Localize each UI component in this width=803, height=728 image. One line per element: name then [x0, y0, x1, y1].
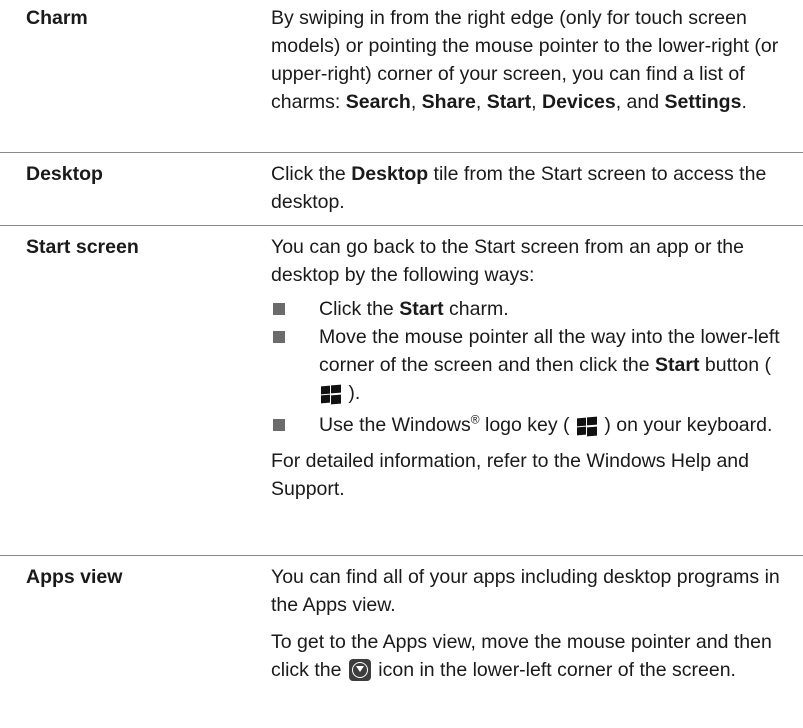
- text: Click the: [271, 163, 352, 185]
- text: Click the: [319, 298, 400, 320]
- bullet-square-icon: [273, 303, 285, 315]
- list-item: Move the mouse pointer all the way into …: [271, 323, 791, 407]
- list-item: Click the Start charm.: [271, 295, 791, 323]
- start-bold: Start: [655, 354, 700, 376]
- term-charm: Charm: [26, 7, 88, 29]
- text: icon in the lower-left corner of the scr…: [372, 659, 736, 681]
- text: ,: [531, 91, 542, 113]
- apps-p2: To get to the Apps view, move the mouse …: [271, 628, 791, 684]
- bullet-square-icon: [273, 419, 285, 431]
- bullet-square-icon: [273, 331, 285, 343]
- charm-devices: Devices: [541, 91, 616, 113]
- charm-paragraph: By swiping in from the right edge (only …: [271, 4, 791, 116]
- desc-desktop: Click the Desktop tile from the Start sc…: [271, 160, 791, 216]
- windows-logo-icon: [321, 384, 341, 405]
- charm-share: Share: [421, 91, 476, 113]
- term-apps-view: Apps view: [26, 566, 123, 588]
- text: button (: [699, 354, 772, 376]
- desktop-bold: Desktop: [351, 163, 429, 185]
- start-bullet-list: Click the Start charm. Move the mouse po…: [271, 295, 791, 439]
- term-start-screen: Start screen: [26, 236, 139, 258]
- charm-settings: Settings: [664, 91, 742, 113]
- text: charm.: [443, 298, 509, 320]
- definition-table: Charm By swiping in from the right edge …: [0, 0, 803, 728]
- desc-apps-view: You can find all of your apps including …: [271, 563, 791, 684]
- text: ,: [475, 91, 487, 113]
- term-desktop: Desktop: [26, 163, 103, 185]
- desc-charm: By swiping in from the right edge (only …: [271, 4, 791, 116]
- text: Use the Windows: [319, 414, 471, 436]
- registered-mark: ®: [470, 412, 480, 427]
- row-divider: [0, 225, 803, 226]
- row-divider: [0, 152, 803, 153]
- row-divider: [0, 555, 803, 556]
- start-bold: Start: [399, 298, 444, 320]
- desktop-paragraph: Click the Desktop tile from the Start sc…: [271, 160, 791, 216]
- charm-search: Search: [345, 91, 411, 113]
- desc-start-screen: You can go back to the Start screen from…: [271, 233, 791, 503]
- apps-arrow-icon: [348, 659, 371, 681]
- list-item: Use the Windows® logo key ( ) on your ke…: [271, 411, 791, 439]
- windows-logo-icon: [576, 416, 597, 437]
- text: ,: [410, 91, 422, 113]
- text: .: [741, 91, 747, 113]
- text: ) on your keyboard.: [598, 414, 773, 436]
- charm-start: Start: [486, 91, 532, 113]
- apps-p1: You can find all of your apps including …: [271, 566, 780, 616]
- start-outro: For detailed information, refer to the W…: [271, 450, 749, 500]
- text: ).: [343, 382, 361, 404]
- start-intro: You can go back to the Start screen from…: [271, 236, 744, 286]
- text: , and: [615, 91, 665, 113]
- text: logo key (: [479, 414, 575, 436]
